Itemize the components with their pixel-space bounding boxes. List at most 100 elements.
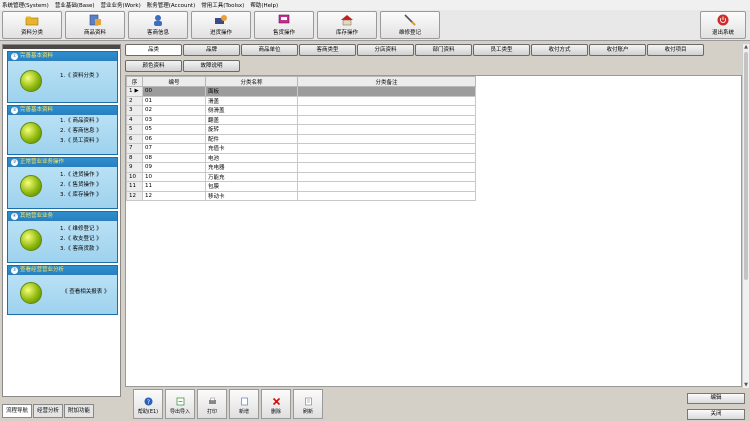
column-header-code[interactable]: 编号: [142, 76, 206, 87]
menu-work[interactable]: 营业业务(Work): [101, 1, 141, 9]
nav-link[interactable]: 1.《 商品资料 》: [60, 116, 102, 126]
nav-link[interactable]: 1.《 进货操作 》: [60, 170, 102, 180]
note-cell[interactable]: [297, 171, 476, 182]
tab-workflow[interactable]: 流程导航: [2, 404, 33, 418]
row-number-cell[interactable]: 2: [126, 95, 143, 106]
nav-link[interactable]: 1.《 资料分类 》: [60, 71, 102, 81]
nav-step-1[interactable]: ① 完善基本资料 1.《 资料分类 》: [7, 51, 118, 103]
scroll-down-icon[interactable]: ▼: [743, 382, 749, 388]
tab-employee-type[interactable]: 员工类型: [473, 44, 530, 56]
table-row[interactable]: 3 02 侧滑盖: [126, 105, 476, 116]
name-cell[interactable]: 移动卡: [205, 190, 298, 201]
tab-unit[interactable]: 商品单位: [241, 44, 298, 56]
nav-link[interactable]: 3.《 客商货款 》: [60, 244, 102, 254]
scroll-thumb[interactable]: [744, 52, 748, 280]
menu-account[interactable]: 账务管理(Account): [147, 1, 196, 9]
name-cell[interactable]: 电池: [205, 152, 298, 163]
export-import-button[interactable]: 导出导入: [165, 389, 195, 419]
note-cell[interactable]: [297, 133, 476, 144]
toolbar-button-purchase[interactable]: 进货操作: [191, 11, 251, 39]
code-cell[interactable]: 03: [142, 114, 206, 125]
nav-step-2[interactable]: ② 完善基本资料 1.《 商品资料 》 2.《 客商信息 》 3.《 员工资料 》: [7, 105, 118, 155]
nav-step-3[interactable]: ③ 正常营业业务操作 1.《 进货操作 》 2.《 售货操作 》 3.《 库存操作…: [7, 157, 118, 209]
menu-help[interactable]: 帮助(Help): [250, 1, 278, 9]
nav-link[interactable]: 3.《 员工资料 》: [60, 136, 102, 146]
row-number-cell[interactable]: 8: [126, 152, 143, 163]
toolbar-button-category[interactable]: 资料分类: [2, 11, 62, 39]
new-button[interactable]: 新增: [229, 389, 259, 419]
code-cell[interactable]: 07: [142, 143, 206, 154]
name-cell[interactable]: 侧滑盖: [205, 105, 298, 116]
note-cell[interactable]: [297, 86, 476, 97]
row-number-cell[interactable]: 5: [126, 124, 143, 135]
tab-payment-item[interactable]: 收付项目: [647, 44, 704, 56]
column-header-name[interactable]: 分类名称: [205, 76, 298, 87]
tab-color[interactable]: 颜色资料: [125, 60, 182, 72]
tab-category[interactable]: 品类: [125, 44, 182, 56]
close-button[interactable]: 关闭: [687, 409, 745, 420]
nav-link[interactable]: 2.《 售货操作 》: [60, 180, 102, 190]
nav-step-5[interactable]: ⑤ 查看经营营业分析 《 查看相关报表 》: [7, 265, 118, 315]
code-cell[interactable]: 00: [142, 86, 206, 97]
name-cell[interactable]: 万能充: [205, 171, 298, 182]
name-cell[interactable]: 充电器: [205, 162, 298, 173]
table-row[interactable]: 12 12 移动卡: [126, 190, 476, 201]
name-cell[interactable]: 旋转: [205, 124, 298, 135]
note-cell[interactable]: [297, 190, 476, 201]
row-number-cell[interactable]: 10: [126, 171, 143, 182]
tab-extras[interactable]: 附加功能: [64, 404, 95, 418]
table-row[interactable]: 4 03 翻盖: [126, 114, 476, 125]
name-cell[interactable]: 包膜: [205, 181, 298, 192]
tab-department[interactable]: 部门资料: [415, 44, 472, 56]
table-row[interactable]: 8 08 电池: [126, 152, 476, 163]
code-cell[interactable]: 02: [142, 105, 206, 116]
toolbar-button-product[interactable]: 商品资料: [65, 11, 125, 39]
table-row[interactable]: 10 10 万能充: [126, 171, 476, 182]
note-cell[interactable]: [297, 114, 476, 125]
note-cell[interactable]: [297, 105, 476, 116]
tab-payment-account[interactable]: 收付账户: [589, 44, 646, 56]
code-cell[interactable]: 05: [142, 124, 206, 135]
nav-link[interactable]: 2.《 客商信息 》: [60, 126, 102, 136]
table-row[interactable]: 1 ▶ 00 面板: [126, 86, 476, 97]
exit-button[interactable]: 退出系统: [700, 11, 746, 39]
row-number-cell[interactable]: 9: [126, 162, 143, 173]
refresh-button[interactable]: 刷新: [293, 389, 323, 419]
table-row[interactable]: 6 06 配件: [126, 133, 476, 144]
row-number-cell[interactable]: 11: [126, 181, 143, 192]
print-button[interactable]: 打印: [197, 389, 227, 419]
tab-payment-method[interactable]: 收付方式: [531, 44, 588, 56]
note-cell[interactable]: [297, 162, 476, 173]
toolbar-button-warehouse[interactable]: 库存操作: [317, 11, 377, 39]
tab-brand[interactable]: 品牌: [183, 44, 240, 56]
code-cell[interactable]: 11: [142, 181, 206, 192]
toolbar-button-customer[interactable]: 客商信息: [128, 11, 188, 39]
row-number-cell[interactable]: 12: [126, 190, 143, 201]
name-cell[interactable]: 滑盖: [205, 95, 298, 106]
row-number-cell[interactable]: 7: [126, 143, 143, 154]
tab-fault[interactable]: 故障说明: [183, 60, 240, 72]
menu-tools[interactable]: 常用工具(Toolsx): [201, 1, 244, 9]
code-cell[interactable]: 06: [142, 133, 206, 144]
name-cell[interactable]: 充值卡: [205, 143, 298, 154]
tab-customer-type[interactable]: 客商类型: [299, 44, 356, 56]
tab-branch[interactable]: 分店资料: [357, 44, 414, 56]
nav-step-4[interactable]: ④ 其他营业业务 1.《 维修登记 》 2.《 收支登记 》 3.《 客商货款 》: [7, 211, 118, 263]
table-row[interactable]: 7 07 充值卡: [126, 143, 476, 154]
toolbar-button-repair[interactable]: 维修登记: [380, 11, 440, 39]
table-row[interactable]: 5 05 旋转: [126, 124, 476, 135]
code-cell[interactable]: 12: [142, 190, 206, 201]
code-cell[interactable]: 01: [142, 95, 206, 106]
name-cell[interactable]: 配件: [205, 133, 298, 144]
row-number-cell[interactable]: 3: [126, 105, 143, 116]
table-row[interactable]: 11 11 包膜: [126, 181, 476, 192]
nav-link[interactable]: 1.《 维修登记 》: [60, 224, 102, 234]
table-row[interactable]: 9 09 充电器: [126, 162, 476, 173]
tab-analysis[interactable]: 经营分析: [33, 404, 64, 418]
help-button[interactable]: ? 帮助(E1): [133, 389, 163, 419]
nav-link[interactable]: 3.《 库存操作 》: [60, 190, 102, 200]
code-cell[interactable]: 09: [142, 162, 206, 173]
toolbar-button-sales[interactable]: 售货操作: [254, 11, 314, 39]
row-number-cell[interactable]: 1 ▶: [126, 86, 143, 97]
code-cell[interactable]: 08: [142, 152, 206, 163]
